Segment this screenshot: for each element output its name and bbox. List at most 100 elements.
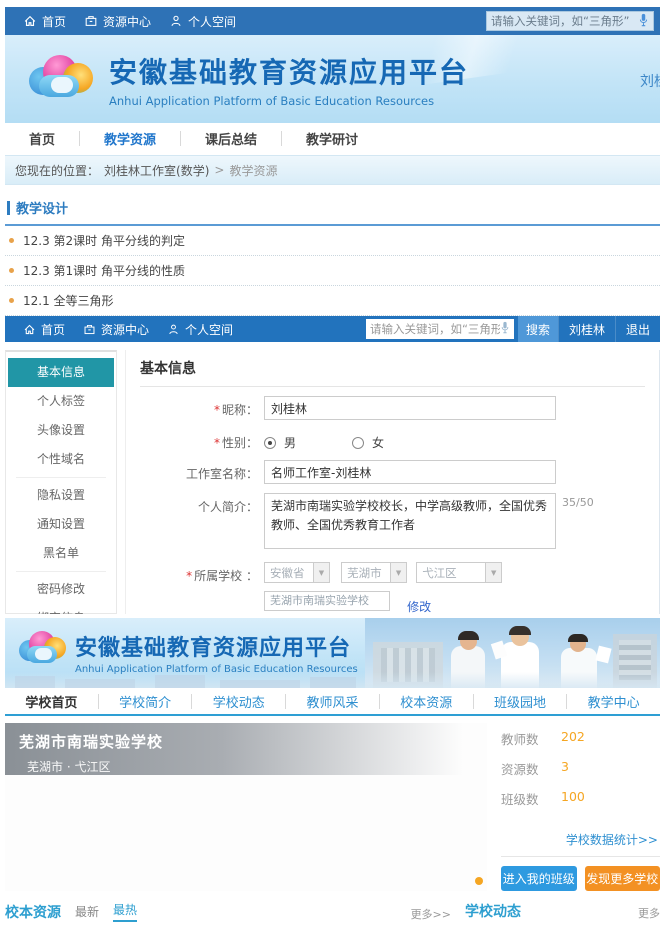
nickname-field[interactable] [264, 396, 556, 420]
s1-tab-teaching-resources[interactable]: 教学资源 [80, 129, 180, 148]
school-statistics-link[interactable]: 学校数据统计>> [501, 831, 660, 848]
home-icon [23, 323, 36, 336]
gender-row: *性别： 男 女 [140, 429, 645, 451]
teaching-design-header: 教学设计 [5, 198, 660, 217]
resources-more-link[interactable]: 更多>> [411, 906, 451, 922]
province-select[interactable]: 安徽省▼ [264, 562, 330, 583]
news-more-link[interactable]: 更多 [638, 905, 660, 921]
s1-tab-lesson-summary[interactable]: 课后总结 [181, 129, 281, 148]
mic-icon[interactable] [500, 321, 510, 337]
logout-button[interactable]: 退出 [615, 316, 660, 342]
gender-female-radio[interactable] [352, 437, 364, 449]
school-news-column: 学校动态 更多 [465, 901, 660, 925]
school-stats-panel: 教师数 202 资源数 3 班级数 100 学校数据统计>> 进入我的班级 发现… [487, 723, 660, 891]
school-news-title: 学校动态 [465, 901, 521, 921]
chevron-down-icon: ▼ [313, 563, 329, 582]
discover-schools-button[interactable]: 发现更多学校 [585, 866, 661, 891]
list-item[interactable]: 12.3 第1课时 角平分线的性质 [5, 256, 660, 286]
stat-row: 资源数 3 [501, 759, 660, 778]
s1-nav-resource-center[interactable]: 资源中心 [84, 13, 151, 30]
platform-title: 安徽基础教育资源应用平台 [75, 630, 358, 662]
s2-body: 基本信息 个人标签 头像设置 个性域名 隐私设置 通知设置 黑名单 密码修改 绑… [5, 342, 660, 614]
list-item[interactable]: 12.1 全等三角形 [5, 286, 660, 316]
stat-row: 班级数 100 [501, 789, 660, 808]
s2-nav-home-label: 首页 [41, 321, 65, 338]
sidebar-item-basic-info[interactable]: 基本信息 [8, 358, 114, 387]
resource-center-icon [84, 14, 98, 28]
sidebar-item-custom-domain[interactable]: 个性域名 [8, 445, 114, 474]
sidebar-item-blacklist[interactable]: 黑名单 [8, 539, 114, 568]
s1-banner-username[interactable]: 刘桂 [640, 71, 660, 91]
s1-tab-home[interactable]: 首页 [5, 129, 79, 148]
studio-name-row: 工作室名称： [140, 460, 645, 484]
platform-title: 安徽基础教育资源应用平台 [109, 51, 469, 91]
school-tab-classes[interactable]: 班级园地 [474, 692, 567, 711]
s2-nav-resource-center[interactable]: 资源中心 [83, 321, 149, 338]
breadcrumb-current: 教学资源 [229, 162, 277, 179]
modify-school-link[interactable]: 修改 [407, 600, 431, 614]
gender-male-label: 男 [284, 434, 296, 451]
school-tab-teachers[interactable]: 教师风采 [286, 692, 379, 711]
sidebar-item-notification-settings[interactable]: 通知设置 [8, 510, 114, 539]
s1-search-box [486, 11, 654, 31]
sidebar-divider [16, 571, 106, 572]
settings-sidebar: 基本信息 个人标签 头像设置 个性域名 隐私设置 通知设置 黑名单 密码修改 绑… [5, 350, 117, 614]
teaching-design-section: 教学设计 12.3 第2课时 角平分线的判定 12.3 第1课时 角平分线的性质… [5, 185, 660, 316]
search-button[interactable]: 搜索 [518, 316, 558, 342]
s2-nav-home[interactable]: 首页 [23, 321, 65, 338]
gender-label: *性别： [140, 429, 258, 451]
breadcrumb-workspace-link[interactable]: 刘桂林工作室(数学) [104, 162, 209, 179]
carousel-dot[interactable] [475, 877, 483, 885]
school-tab-teaching-center[interactable]: 教学中心 [567, 692, 660, 711]
stat-value: 100 [561, 789, 585, 808]
sidebar-item-binding-info[interactable]: 绑定信息 [8, 604, 114, 614]
s2-search-input[interactable] [370, 322, 500, 336]
intro-field[interactable] [264, 493, 556, 549]
sidebar-item-privacy-settings[interactable]: 隐私设置 [8, 481, 114, 510]
chevron-down-icon: ▼ [390, 563, 406, 582]
form-title: 基本信息 [140, 358, 645, 387]
breadcrumb-prefix: 您现在的位置： [15, 162, 99, 179]
school-tab-resources[interactable]: 校本资源 [380, 692, 473, 711]
platform-title-block: 安徽基础教育资源应用平台 Anhui Application Platform … [109, 51, 469, 108]
stat-value: 3 [561, 759, 569, 778]
school-tab-intro[interactable]: 学校简介 [99, 692, 192, 711]
bullet-icon [9, 298, 14, 303]
studio-name-field[interactable] [264, 460, 556, 484]
section-marker [7, 201, 10, 215]
sidebar-item-personal-tags[interactable]: 个人标签 [8, 387, 114, 416]
bullet-icon [9, 238, 14, 243]
district-select[interactable]: 弋江区▼ [416, 562, 502, 583]
s1-topbar: 首页 资源中心 个人空间 [5, 7, 660, 35]
gender-male-radio[interactable] [264, 437, 276, 449]
school-tab-news[interactable]: 学校动态 [192, 692, 285, 711]
s2-nav-personal-space[interactable]: 个人空间 [167, 321, 233, 338]
s3-bottom: 校本资源 最新 最热 更多>> 学校动态 更多 [5, 901, 660, 925]
city-select[interactable]: 芜湖市▼ [341, 562, 407, 583]
char-counter: 35/50 [562, 493, 594, 509]
s1-nav-personal-space[interactable]: 个人空间 [169, 13, 236, 30]
sidebar-divider [16, 477, 106, 478]
list-item-label: 12.1 全等三角形 [23, 292, 114, 309]
platform-subtitle: Anhui Application Platform of Basic Educ… [109, 94, 469, 108]
mic-icon[interactable] [638, 13, 649, 30]
school-tab-home[interactable]: 学校首页 [5, 692, 98, 711]
username-link[interactable]: 刘桂林 [558, 316, 615, 342]
s1-tab-teaching-research[interactable]: 教学研讨 [282, 129, 382, 148]
stat-value: 202 [561, 729, 585, 748]
list-item[interactable]: 12.3 第2课时 角平分线的判定 [5, 226, 660, 256]
s1-banner: 安徽基础教育资源应用平台 Anhui Application Platform … [5, 35, 660, 123]
sidebar-item-change-password[interactable]: 密码修改 [8, 575, 114, 604]
required-star: * [214, 436, 220, 450]
s1-nav-home[interactable]: 首页 [23, 13, 66, 30]
person-icon [169, 14, 183, 28]
nickname-label: *昵称： [140, 396, 258, 418]
s1-nav-space-label: 个人空间 [188, 13, 236, 30]
tab-hottest[interactable]: 最热 [113, 901, 137, 922]
school-name: 芜湖市南瑞实验学校 [19, 731, 487, 752]
enter-my-class-button[interactable]: 进入我的班级 [501, 866, 577, 891]
tab-latest[interactable]: 最新 [75, 903, 99, 922]
s1-search-input[interactable] [491, 14, 638, 28]
panel-divider [501, 856, 660, 857]
sidebar-item-avatar-settings[interactable]: 头像设置 [8, 416, 114, 445]
